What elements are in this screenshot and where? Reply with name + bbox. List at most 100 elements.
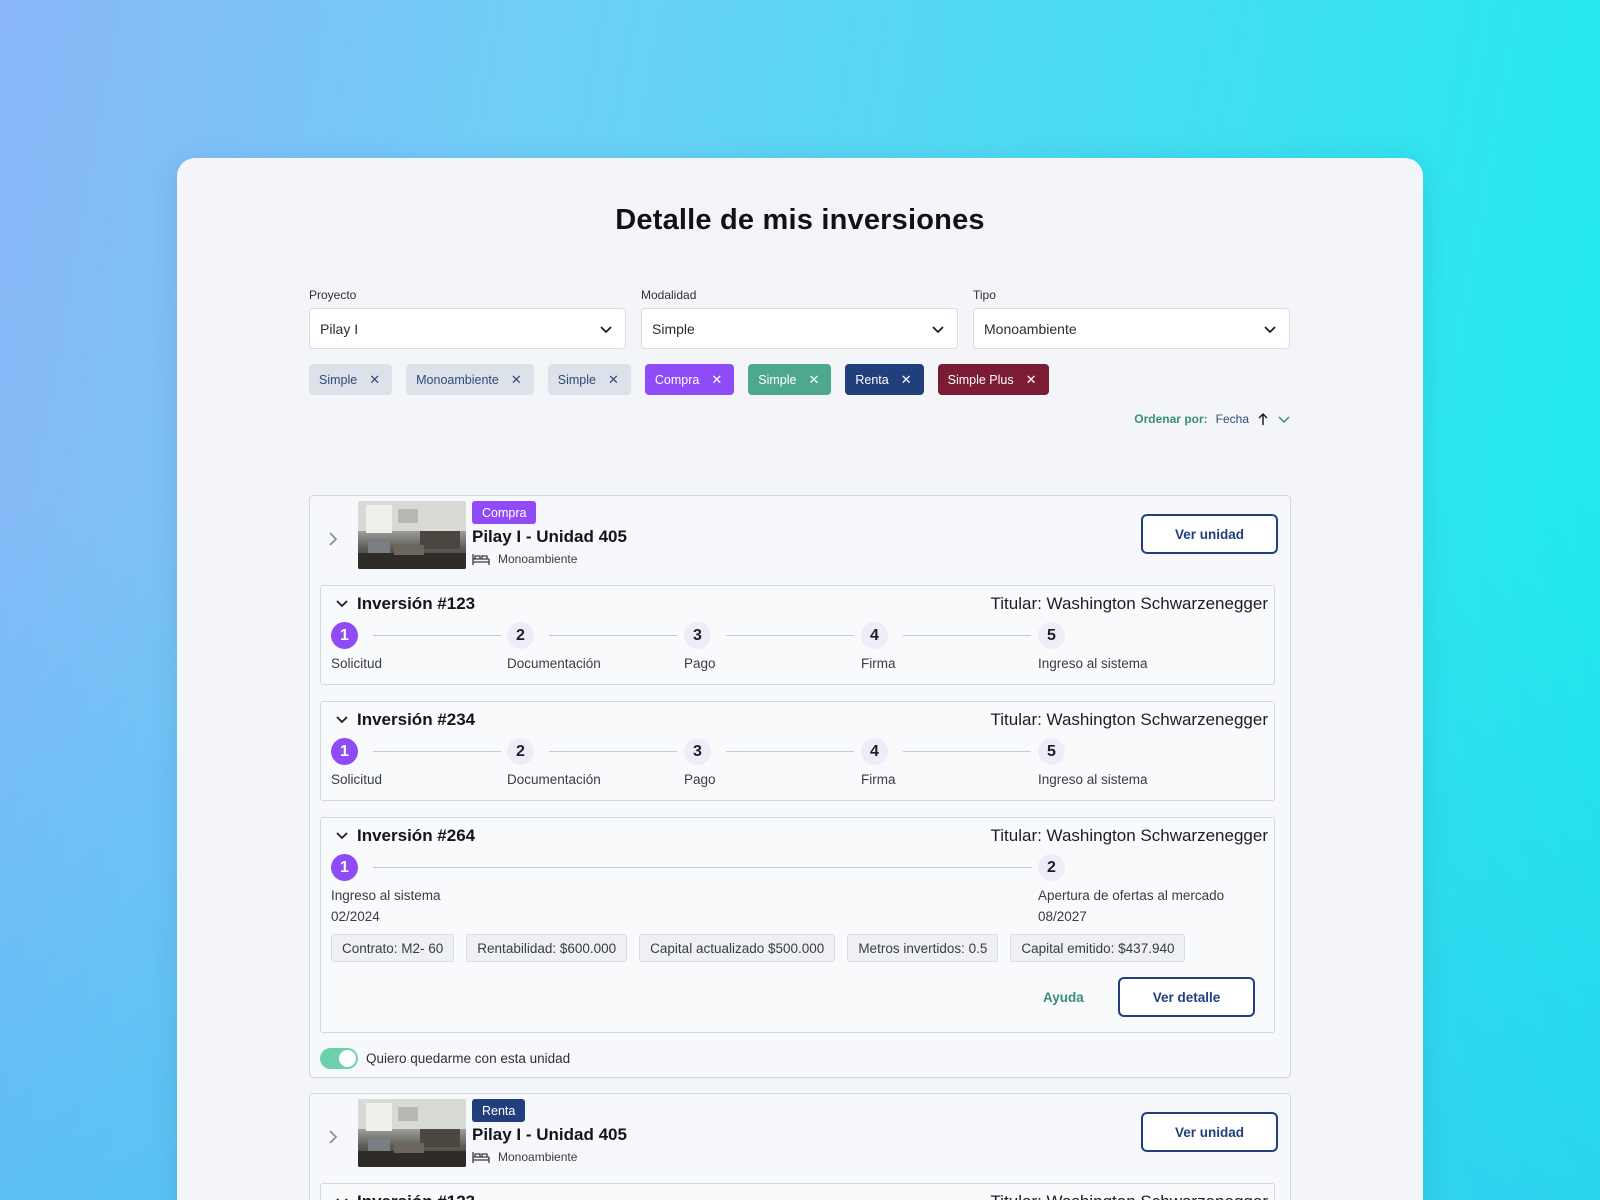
step-5: 5 Ingreso al sistema [1038,622,1148,671]
chip-label: Simple Plus [947,372,1014,387]
close-icon[interactable]: ✕ [808,373,819,386]
step-3: 3 Pago [684,622,716,671]
metric-tag: Capital actualizado $500.000 [639,934,836,962]
step-date: 08/2027 [1038,909,1087,924]
chevron-down-icon[interactable] [335,829,349,843]
close-icon[interactable]: ✕ [1026,373,1037,386]
unit-type-label: Monoambiente [498,552,578,566]
step-connector [549,751,677,752]
filter-label: Modalidad [641,288,697,302]
filter-chip[interactable]: Renta ✕ [845,364,924,395]
close-icon[interactable]: ✕ [608,373,619,386]
step-label: Ingreso al sistema [1038,772,1148,787]
step-4: 4 Firma [861,738,896,787]
investment-owner: Titular: Washington Schwarzenegger [991,1192,1269,1200]
investment-card: Inversión #123 Titular: Washington Schwa… [320,585,1275,685]
chip-label: Renta [855,372,889,387]
modalidad-select[interactable]: Simple [641,308,958,349]
filter-chip[interactable]: Monoambiente ✕ [406,364,534,395]
chevron-down-icon [1264,325,1276,333]
close-icon[interactable]: ✕ [511,373,522,386]
investment-owner: Titular: Washington Schwarzenegger [990,826,1269,845]
step-2: 2 Documentación [507,622,601,671]
investment-header[interactable]: Inversión #123 [335,1192,475,1200]
investment-card: Inversión #123 Titular: Washington Schwa… [320,1183,1275,1200]
unit-card: Compra Pilay I - Unidad 405 Monoambiente… [309,495,1291,1078]
chevron-down-icon[interactable] [335,597,349,611]
step-number: 2 [507,738,534,765]
investment-card: Inversión #264 Titular: Washington Schwa… [320,817,1275,1033]
step-3: 3 Pago [684,738,716,787]
close-icon[interactable]: ✕ [711,373,722,386]
help-link[interactable]: Ayuda [1043,990,1084,1005]
arrow-up-icon[interactable] [1257,412,1269,426]
tipo-select[interactable]: Monoambiente [973,308,1290,349]
unit-card: Renta Pilay I - Unidad 405 Monoambiente … [309,1093,1291,1200]
filter-proyecto: Proyecto Pilay I [309,288,626,349]
filter-chip[interactable]: Simple ✕ [547,364,631,395]
step-label: Documentación [507,772,601,787]
investments-panel: Detalle de mis inversiones Proyecto Pila… [177,158,1423,1200]
unit-header: Compra Pilay I - Unidad 405 Monoambiente… [310,496,1290,586]
bed-icon [472,1152,490,1163]
step-number: 2 [1038,854,1065,881]
progress-stepper: 1 Ingreso al sistema 02/2024 2 Apertura … [331,854,1224,930]
step-number: 5 [1038,738,1065,765]
filter-chip[interactable]: Compra ✕ [644,364,735,395]
metric-tag: Rentabilidad: $600.000 [466,934,628,962]
investment-title: Inversión #234 [357,710,476,729]
step-2: 2 Apertura de ofertas al mercado 08/2027 [1038,854,1224,924]
step-5: 5 Ingreso al sistema [1038,738,1148,787]
investment-owner: Titular: Washington Schwarzenegger [990,710,1269,729]
step-4: 4 Firma [861,622,896,671]
filter-label: Tipo [973,288,996,302]
chevron-down-icon [600,325,612,333]
chevron-right-icon[interactable] [326,1128,340,1146]
step-date: 02/2024 [331,909,380,924]
proyecto-select[interactable]: Pilay I [309,308,626,349]
step-connector [903,751,1031,752]
close-icon[interactable]: ✕ [369,373,380,386]
close-icon[interactable]: ✕ [901,373,912,386]
step-1: 1 Solicitud [331,738,382,787]
chevron-down-icon[interactable] [1277,412,1291,426]
filter-chip[interactable]: Simple ✕ [748,364,832,395]
select-value: Pilay I [320,320,359,337]
unit-photo [358,501,466,569]
step-number: 3 [684,738,711,765]
active-filter-chips: Simple ✕ Monoambiente ✕ Simple ✕ Compra ✕ Si… [309,364,1049,395]
step-number: 1 [331,622,358,649]
investment-header[interactable]: Inversión #264 [335,826,475,846]
investment-card: Inversión #234 Titular: Washington Schwa… [320,701,1275,801]
chevron-down-icon[interactable] [335,1195,349,1200]
step-number: 1 [331,854,358,881]
step-label: Pago [684,772,716,787]
investment-header[interactable]: Inversión #123 [335,594,475,614]
sort-value: Fecha [1215,412,1249,426]
chevron-right-icon[interactable] [326,530,340,548]
view-detail-button[interactable]: Ver detalle [1118,977,1255,1017]
view-unit-button[interactable]: Ver unidad [1141,1112,1278,1152]
step-label: Documentación [507,656,601,671]
unit-header: Renta Pilay I - Unidad 405 Monoambiente … [310,1094,1290,1184]
unit-type: Monoambiente [472,552,577,566]
unit-type: Monoambiente [472,1150,577,1164]
unit-title: Pilay I - Unidad 405 [472,527,627,546]
filter-chip[interactable]: Simple Plus ✕ [937,364,1049,395]
investment-title: Inversión #123 [357,594,476,613]
view-unit-button[interactable]: Ver unidad [1141,514,1278,554]
chip-label: Simple [557,372,596,387]
investment-header[interactable]: Inversión #234 [335,710,475,730]
chip-label: Compra [654,372,700,387]
keep-unit-toggle[interactable] [320,1048,358,1069]
bed-icon [472,554,490,565]
investment-owner: Titular: Washington Schwarzenegger [990,594,1269,613]
step-label: Solicitud [331,656,383,671]
filter-chip[interactable]: Simple ✕ [309,364,393,395]
select-value: Monoambiente [984,320,1077,337]
chip-label: Monoambiente [416,372,499,387]
chevron-down-icon[interactable] [335,713,349,727]
progress-stepper: 1 Solicitud 2 Documentación 3 Pago 4 Firma 5… [331,622,1148,692]
sort-control[interactable]: Ordenar por: Fecha [1134,412,1291,426]
investment-title: Inversión #264 [357,826,476,845]
